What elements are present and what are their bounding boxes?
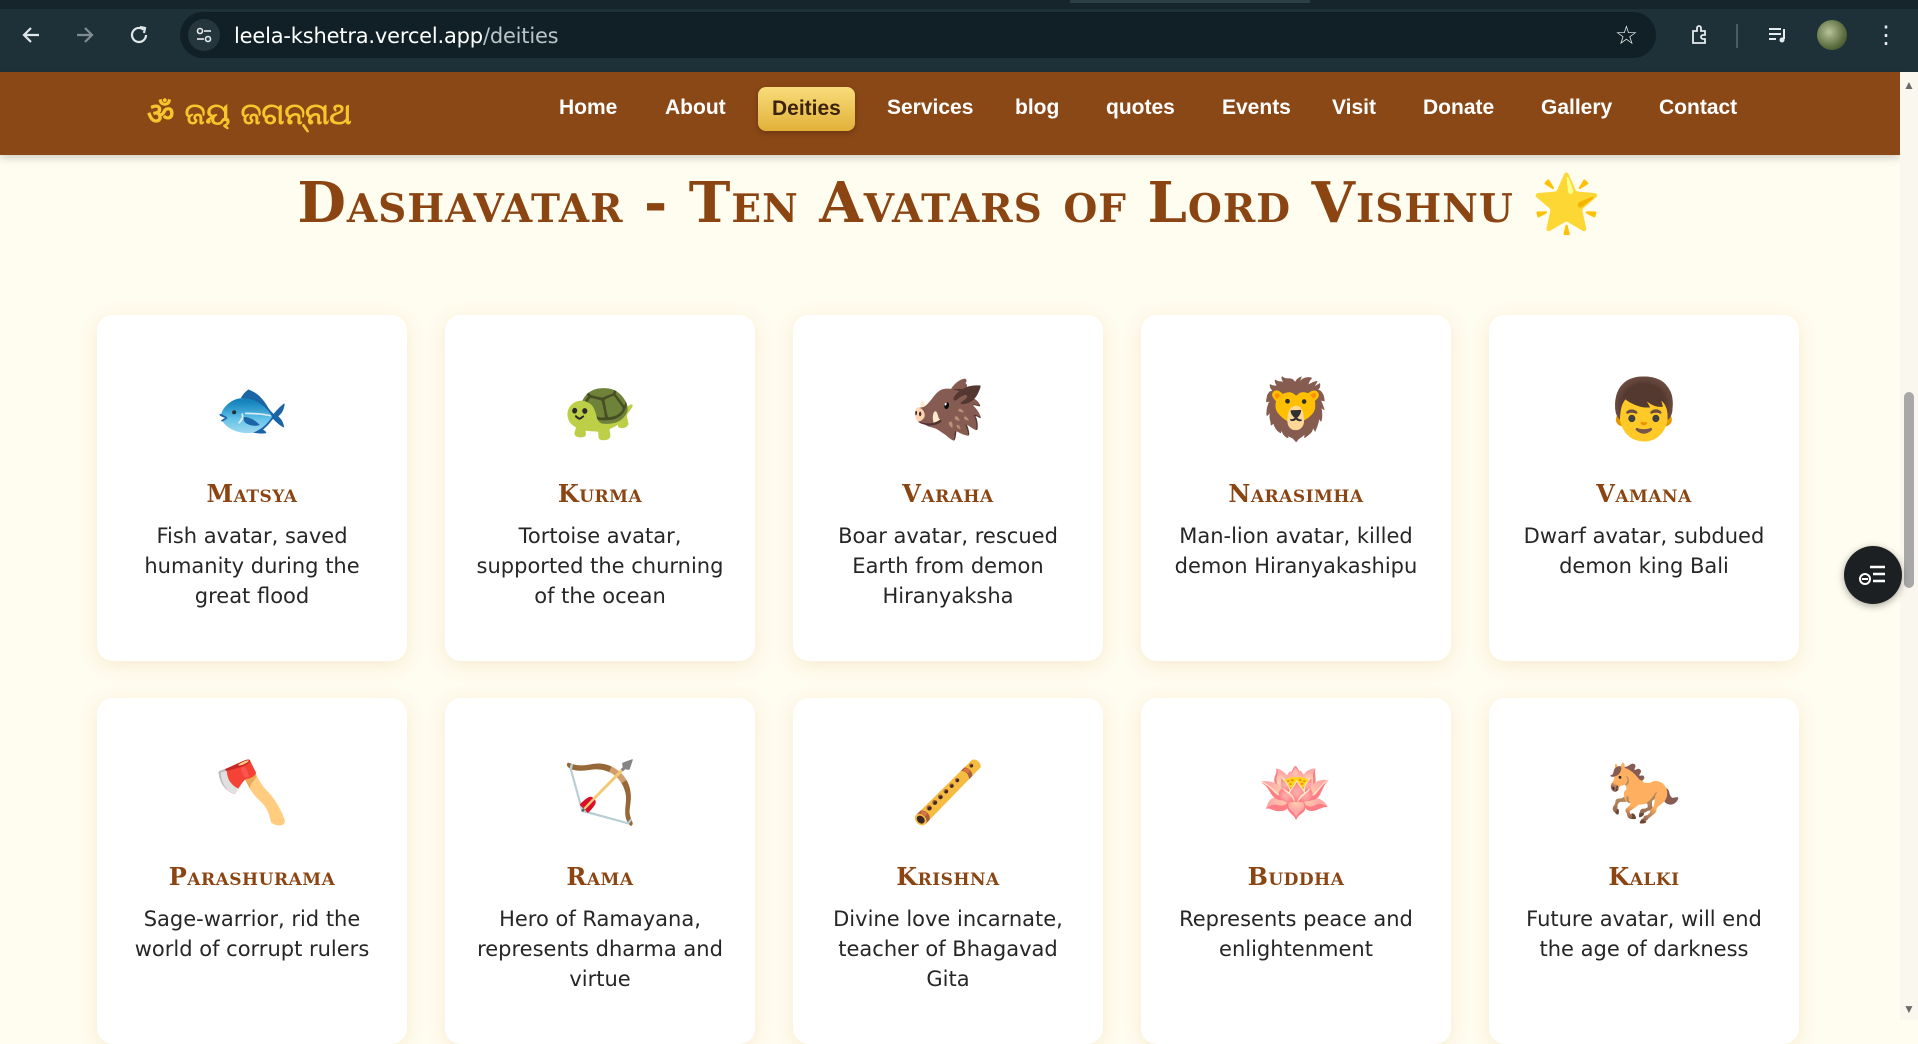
avatar-card: 🪷 Buddha Represents peace and enlightenm…	[1141, 698, 1451, 1044]
nav-visit[interactable]: Visit	[1332, 96, 1376, 120]
avatar-card: 🦁 Narasimha Man-lion avatar, killed demo…	[1141, 315, 1451, 661]
avatar-name: Rama	[566, 862, 634, 891]
page-title-text: Dashavatar - Ten Avatars of Lord Vishnu	[297, 170, 1514, 236]
nav-events[interactable]: Events	[1222, 96, 1291, 120]
star-icon: 🌟	[1531, 170, 1603, 236]
nav-gallery[interactable]: Gallery	[1541, 96, 1612, 120]
url-text[interactable]: leela-kshetra.vercel.app/deities	[234, 24, 559, 48]
avatar-card: 🪈 Krishna Divine love incarnate, teacher…	[793, 698, 1103, 1044]
bow-and-arrow-icon: 🏹	[562, 759, 638, 826]
avatar-card: 🪓 Parashurama Sage-warrior, rid the worl…	[97, 698, 407, 1044]
avatar-description: Divine love incarnate, teacher of Bhagav…	[833, 907, 1063, 991]
avatar-card: 🏹 Rama Hero of Ramayana, represents dhar…	[445, 698, 755, 1044]
nav-home[interactable]: Home	[559, 96, 617, 120]
avatar-description: Dwarf avatar, subdued demon king Bali	[1523, 524, 1765, 578]
boy-icon: 👦	[1606, 376, 1682, 443]
scroll-up-arrow-icon[interactable]: ▲	[1903, 78, 1915, 92]
avatar-description: Hero of Ramayana, represents dharma and …	[477, 907, 723, 991]
avatar-description: Man-lion avatar, killed demon Hiranyakas…	[1174, 524, 1418, 578]
profile-avatar[interactable]	[1817, 20, 1847, 50]
boar-icon: 🐗	[910, 376, 986, 443]
back-arrow-icon[interactable]	[14, 18, 48, 52]
forward-arrow-icon[interactable]	[68, 18, 102, 52]
site-header: ॐ ଜୟ ଜଗନ୍ନାଥ Home About Deities Services…	[0, 72, 1900, 155]
bookmark-star-icon[interactable]: ☆	[1615, 20, 1638, 51]
avatar-description: Tortoise avatar, supported the churning …	[476, 524, 724, 608]
toolbar-divider	[1736, 24, 1738, 48]
url-host: leela-kshetra.vercel.app	[234, 24, 483, 48]
page-title: Dashavatar - Ten Avatars of Lord Vishnu 🌟	[0, 170, 1900, 236]
site-settings-icon[interactable]	[188, 19, 220, 51]
media-control-icon[interactable]	[1758, 16, 1798, 54]
lotus-icon: 🪷	[1258, 759, 1334, 826]
avatar-description: Boar avatar, rescued Earth from demon Hi…	[838, 524, 1058, 608]
axe-icon: 🪓	[214, 759, 290, 826]
avatar-name: Kurma	[557, 479, 643, 508]
avatar-name: Varaha	[902, 479, 994, 508]
tortoise-icon: 🐢	[562, 376, 638, 443]
nav-contact[interactable]: Contact	[1659, 96, 1737, 120]
reading-list-float-button[interactable]	[1844, 546, 1902, 604]
menu-dots-icon[interactable]: ⋮	[1866, 16, 1906, 54]
avatar-name: Krishna	[896, 862, 1000, 891]
avatar-card: 🐎 Kalki Future avatar, will end the age …	[1489, 698, 1799, 1044]
scrollbar-thumb[interactable]	[1904, 392, 1914, 588]
url-path: /deities	[482, 24, 559, 48]
site-logo[interactable]: ॐ ଜୟ ଜଗନ୍ନାଥ	[147, 92, 352, 133]
fish-icon: 🐟	[214, 376, 290, 443]
reload-icon[interactable]	[122, 18, 156, 52]
avatar-name: Narasimha	[1228, 479, 1364, 508]
avatar-description: Fish avatar, saved humanity during the g…	[144, 524, 360, 608]
scroll-down-arrow-icon[interactable]: ▼	[1903, 1002, 1915, 1016]
avatar-description: Sage-warrior, rid the world of corrupt r…	[134, 907, 370, 961]
tab-indicator	[1070, 0, 1310, 3]
page-scrollbar[interactable]: ▲ ▼	[1900, 72, 1918, 1020]
nav-about[interactable]: About	[665, 96, 726, 120]
list-icon	[1859, 565, 1885, 585]
flute-icon: 🪈	[910, 759, 986, 826]
nav-quotes[interactable]: quotes	[1106, 96, 1175, 120]
nav-donate[interactable]: Donate	[1423, 96, 1494, 120]
address-bar[interactable]: leela-kshetra.vercel.app/deities ☆	[180, 12, 1656, 58]
browser-toolbar: leela-kshetra.vercel.app/deities ☆ ⋮	[0, 0, 1918, 72]
avatar-description: Future avatar, will end the age of darkn…	[1526, 907, 1762, 961]
avatar-card: 🐗 Varaha Boar avatar, rescued Earth from…	[793, 315, 1103, 661]
tab-strip	[0, 0, 1918, 9]
avatar-name: Vamana	[1596, 479, 1692, 508]
horse-icon: 🐎	[1606, 759, 1682, 826]
avatar-card: 🐢 Kurma Tortoise avatar, supported the c…	[445, 315, 755, 661]
avatar-card: 👦 Vamana Dwarf avatar, subdued demon kin…	[1489, 315, 1799, 661]
avatar-description: Represents peace and enlightenment	[1179, 907, 1413, 961]
avatar-name: Buddha	[1247, 862, 1345, 891]
extensions-icon[interactable]	[1680, 16, 1720, 54]
lion-icon: 🦁	[1258, 376, 1334, 443]
avatar-card: 🐟 Matsya Fish avatar, saved humanity dur…	[97, 315, 407, 661]
avatar-name: Kalki	[1608, 862, 1680, 891]
avatar-name: Parashurama	[168, 862, 336, 891]
avatar-name: Matsya	[206, 479, 298, 508]
nav-deities[interactable]: Deities	[758, 87, 855, 131]
nav-blog[interactable]: blog	[1015, 96, 1059, 120]
nav-services[interactable]: Services	[887, 96, 973, 120]
